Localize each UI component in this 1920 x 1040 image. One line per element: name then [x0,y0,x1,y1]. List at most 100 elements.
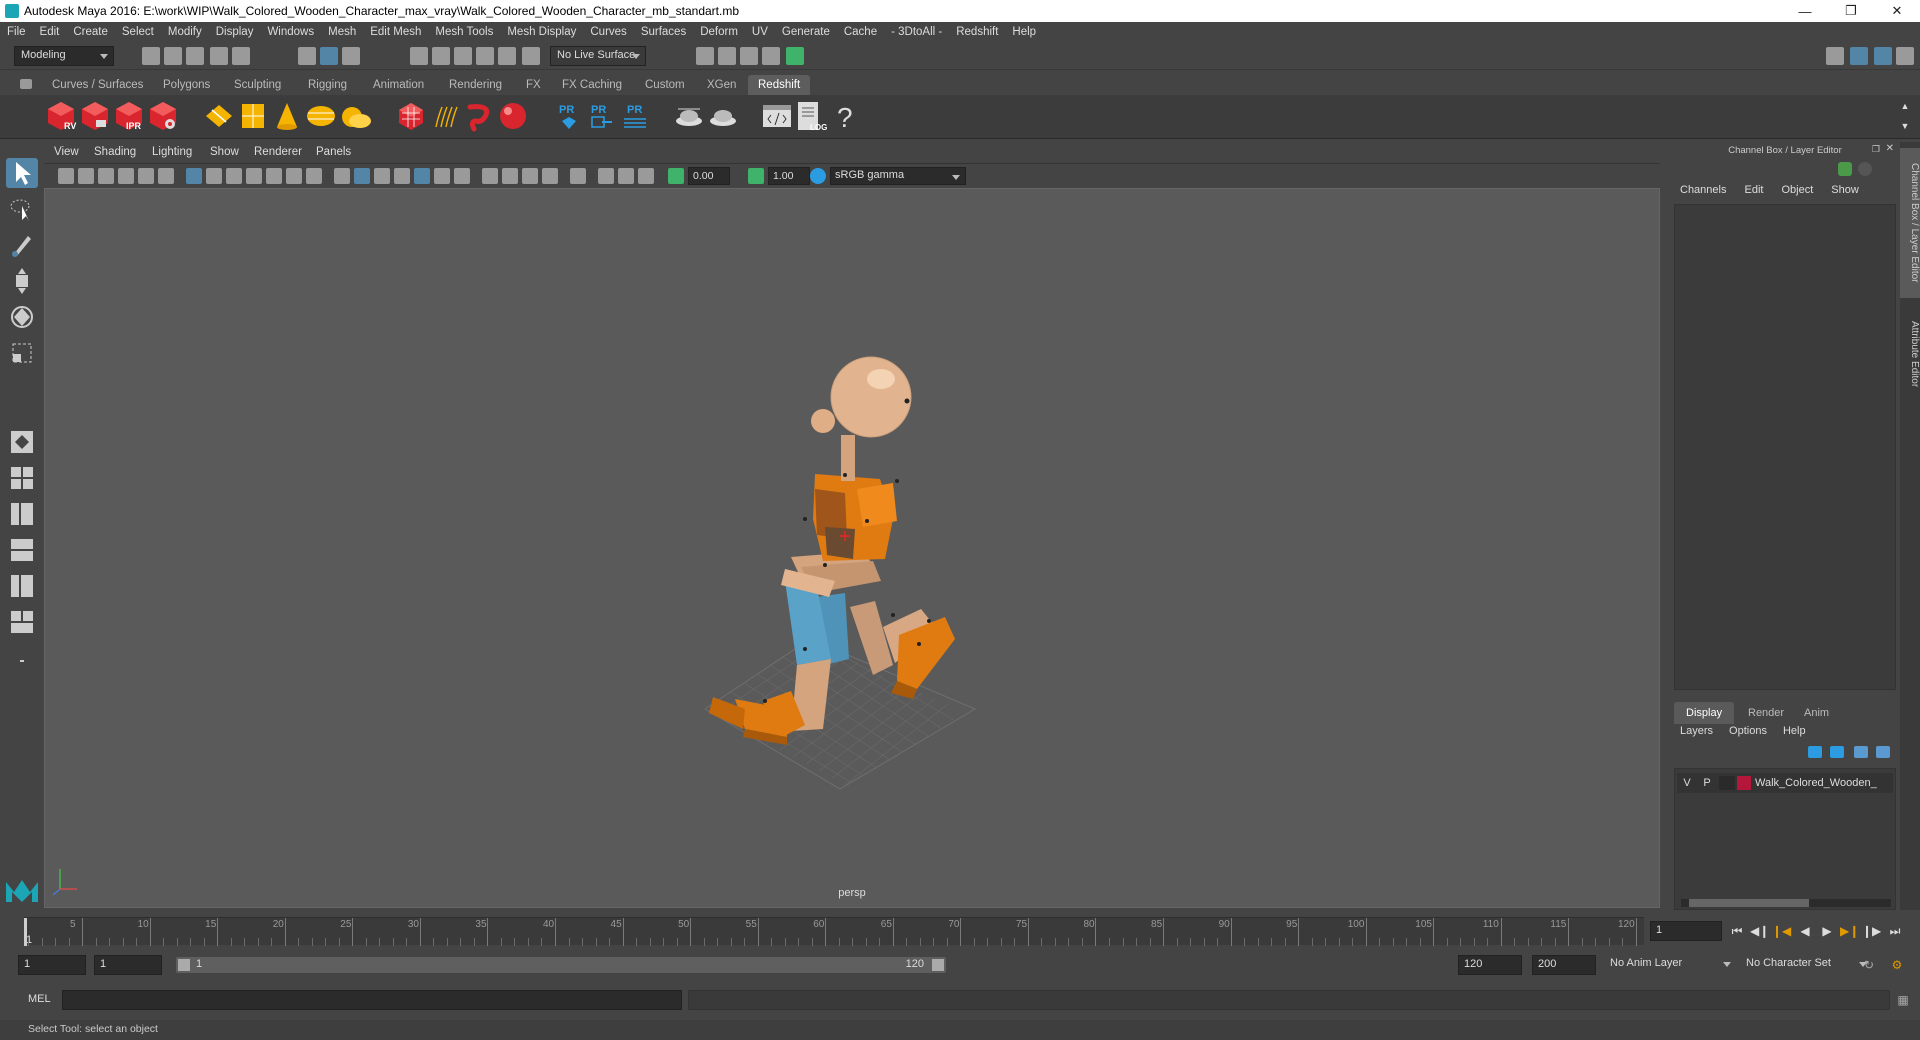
current-time-indicator[interactable] [24,918,27,946]
2d-pan-zoom-icon[interactable] [138,168,154,184]
redshift-area-light-icon[interactable] [202,99,236,133]
single-perspective-layout-icon[interactable] [6,428,38,458]
redshift-dome-light-icon[interactable] [338,99,372,133]
step-forward-key-icon[interactable]: ▶❙ [1840,922,1859,940]
go-to-end-icon[interactable]: ⏭ [1886,922,1904,940]
animation-end-field[interactable]: 200 [1532,955,1596,975]
open-scene-icon[interactable] [164,47,182,65]
tab-redshift[interactable]: Redshift [748,75,811,95]
redo-icon[interactable] [232,47,250,65]
redshift-hair-icon[interactable] [428,99,462,133]
rotate-tool-icon[interactable] [6,302,38,332]
colorspace-dropdown[interactable]: sRGB gamma [830,167,966,185]
gate-mask-icon[interactable] [246,168,262,184]
new-scene-icon[interactable] [142,47,160,65]
go-to-start-icon[interactable]: ⏮ [1728,922,1746,940]
persp-outliner-layout-icon[interactable] [6,500,38,530]
side-tab-attribute-editor[interactable]: Attribute Editor [1900,306,1920,402]
step-back-key-icon[interactable]: ❙◀ [1772,922,1791,940]
vp-menu-shading[interactable]: Shading [94,146,136,158]
tool-settings-toggle-icon[interactable] [1896,47,1914,65]
menu-modify[interactable]: Modify [161,26,209,38]
exposure-field[interactable]: 0.00 [688,167,730,185]
menu-edit-mesh[interactable]: Edit Mesh [363,26,428,38]
range-end-handle[interactable] [932,959,944,971]
menu-surfaces[interactable]: Surfaces [634,26,693,38]
mode-selector[interactable]: Modeling [14,46,114,66]
shelf-menu-icon[interactable] [20,79,32,89]
render-settings-icon[interactable] [696,47,714,65]
minimize-button[interactable]: — [1782,0,1828,22]
cb-menu-edit[interactable]: Edit [1744,184,1763,202]
safe-title-icon[interactable] [306,168,322,184]
tab-display-layers[interactable]: Display [1674,702,1735,724]
wooden-character-model[interactable] [709,356,955,745]
redshift-pr-icon-1[interactable]: PR [552,99,586,133]
redshift-proxy-icon[interactable] [394,99,428,133]
menu-generate[interactable]: Generate [775,26,837,38]
redshift-render-view-icon[interactable]: RV [44,99,78,133]
menu-mesh-display[interactable]: Mesh Display [500,26,583,38]
select-camera-icon[interactable] [58,168,74,184]
channel-box-rotate-icon[interactable] [1858,162,1872,176]
layer-list-scrollbar[interactable] [1681,899,1891,907]
animation-start-field[interactable]: 1 [18,955,86,975]
menu-file[interactable]: File [0,26,33,38]
snap-orient-icon[interactable] [522,47,540,65]
save-scene-icon[interactable] [186,47,204,65]
script-editor-icon[interactable]: ▦ [1894,991,1912,1009]
menu-display[interactable]: Display [209,26,261,38]
float-panel-icon[interactable]: ❐ [1872,144,1880,155]
channel-box-move-icon[interactable] [1838,162,1852,176]
layer-visibility-toggle[interactable]: V [1677,777,1697,789]
resolution-gate-icon[interactable] [226,168,242,184]
command-language-label[interactable]: MEL [28,993,51,1005]
redshift-pr-icon-3[interactable]: PR [618,99,652,133]
four-view-layout-icon[interactable] [6,464,38,494]
vp-menu-lighting[interactable]: Lighting [152,146,192,158]
menu-select[interactable]: Select [115,26,161,38]
redshift-sphere-icon[interactable] [496,99,530,133]
gamma-field[interactable]: 1.00 [768,167,810,185]
shelf-scroll-up-icon[interactable]: ▲ [1896,97,1914,115]
tab-rendering[interactable]: Rendering [439,75,512,95]
menu-deform[interactable]: Deform [693,26,745,38]
menu-mesh[interactable]: Mesh [321,26,363,38]
redshift-physical-light-icon[interactable] [236,99,270,133]
textured-icon[interactable] [414,168,430,184]
snap-view-plane-icon[interactable] [476,47,494,65]
shadows-icon[interactable] [454,168,470,184]
move-layer-down-icon[interactable] [1830,746,1844,758]
vp-menu-show[interactable]: Show [210,146,239,158]
layer-menu-help[interactable]: Help [1783,725,1806,737]
bookmark-icon[interactable] [98,168,114,184]
redshift-script-editor-icon[interactable] [760,99,794,133]
smooth-shade-icon[interactable] [354,168,370,184]
wireframe-icon[interactable] [334,168,350,184]
animation-preferences-icon[interactable]: ⚙ [1888,956,1906,974]
grease-pencil-icon[interactable] [158,168,174,184]
step-forward-frame-icon[interactable]: ❙▶ [1862,922,1881,940]
redshift-pr-icon-2[interactable]: PR [584,99,618,133]
custom-layout-icon[interactable] [6,608,38,638]
camera-attributes-icon[interactable] [78,168,94,184]
wireframe-on-shaded-icon[interactable] [374,168,390,184]
layer-row[interactable]: V P Walk_Colored_Wooden_ [1677,773,1893,793]
menu-create[interactable]: Create [66,26,115,38]
channel-box-toggle-icon[interactable] [1874,47,1892,65]
vp-menu-renderer[interactable]: Renderer [254,146,302,158]
redshift-render-icon[interactable] [78,99,112,133]
play-forwards-icon[interactable]: ▶ [1818,922,1836,940]
xray-joints-icon[interactable] [598,168,614,184]
redshift-portal-light-icon[interactable] [304,99,338,133]
exposure-icon[interactable] [668,168,684,184]
channel-box-area[interactable] [1674,204,1896,690]
menu-mesh-tools[interactable]: Mesh Tools [428,26,500,38]
tab-curves-surfaces[interactable]: Curves / Surfaces [42,75,153,95]
tab-sculpting[interactable]: Sculpting [224,75,291,95]
cb-menu-show[interactable]: Show [1831,184,1859,202]
tab-xgen[interactable]: XGen [697,75,746,95]
backface-culling-icon[interactable] [638,168,654,184]
redshift-log-icon[interactable]: LOG [794,99,828,133]
color-management-icon[interactable] [810,168,826,184]
